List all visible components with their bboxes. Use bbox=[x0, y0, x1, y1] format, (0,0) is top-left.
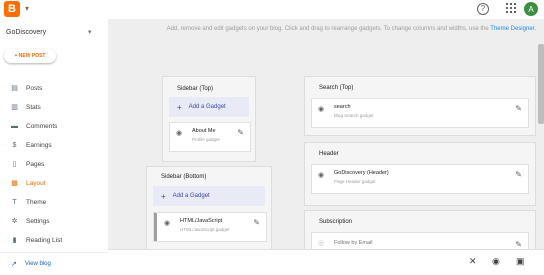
sidebar-item-posts[interactable]: ▤ Posts bbox=[0, 79, 108, 98]
chevron-down-icon[interactable]: ▾ bbox=[88, 28, 92, 36]
gadget-name: Follow by Email bbox=[334, 240, 373, 246]
gadget-about-me[interactable]: ◉ About Me Profile gadget ✎ bbox=[169, 122, 251, 152]
eye-icon[interactable]: ◉ bbox=[318, 105, 324, 113]
sidebar-item-earnings[interactable]: $ Earnings bbox=[0, 136, 108, 155]
sidebar-item-label: Reading List bbox=[26, 237, 63, 244]
blogger-logo[interactable]: B bbox=[4, 1, 20, 17]
settings-icon: ✲ bbox=[11, 218, 18, 225]
section-search-top: Search (Top) ◉ search Blog Search gadget… bbox=[304, 76, 536, 136]
save-icon[interactable]: ▣ bbox=[516, 256, 525, 267]
help-icon[interactable]: ? bbox=[477, 3, 489, 15]
gadget-html-javascript[interactable]: ◉ HTML/JavaScript HTML/JavaScript gadget… bbox=[153, 212, 267, 242]
sidebar-nav: ▤ Posts ▥ Stats ▬ Comments $ Earnings ▯ … bbox=[0, 79, 108, 250]
sidebar-item-label: Earnings bbox=[26, 142, 52, 149]
sidebar-item-label: Theme bbox=[26, 199, 47, 206]
apps-grid-icon[interactable] bbox=[506, 3, 516, 13]
edit-pencil-icon[interactable]: ✎ bbox=[515, 240, 522, 249]
top-bar: B ▾ ? A bbox=[0, 0, 544, 19]
sidebar-item-reading-list[interactable]: ▮ Reading List bbox=[0, 231, 108, 250]
section-sidebar-bottom: Sidebar (Bottom) + Add a Gadget ◉ HTML/J… bbox=[146, 166, 272, 251]
eye-icon[interactable]: ◉ bbox=[176, 129, 182, 137]
view-blog-link[interactable]: ↗ View blog bbox=[0, 252, 108, 275]
close-icon[interactable]: ✕ bbox=[469, 256, 477, 267]
chevron-down-icon[interactable]: ▾ bbox=[25, 4, 29, 13]
sidebar-item-settings[interactable]: ✲ Settings bbox=[0, 212, 108, 231]
sidebar-item-pages[interactable]: ▯ Pages bbox=[0, 155, 108, 174]
section-title: Header bbox=[319, 151, 339, 157]
add-gadget-button[interactable]: + Add a Gadget bbox=[153, 186, 265, 206]
section-title: Subscription bbox=[319, 219, 353, 225]
open-external-icon: ↗ bbox=[11, 261, 17, 268]
sidebar-item-label: Posts bbox=[26, 85, 43, 92]
gadget-name: HTML/JavaScript bbox=[180, 218, 223, 224]
section-subscription: Subscription ◎ Follow by Email ✎ bbox=[304, 210, 536, 251]
sidebar-item-layout[interactable]: ▦ Layout bbox=[0, 174, 108, 193]
sidebar-item-comments[interactable]: ▬ Comments bbox=[0, 117, 108, 136]
preview-eye-icon[interactable]: ◉ bbox=[492, 256, 500, 267]
gadget-name: About Me bbox=[192, 128, 216, 134]
add-gadget-button[interactable]: + Add a Gadget bbox=[169, 97, 249, 117]
theme-designer-link[interactable]: Theme Designer. bbox=[490, 26, 536, 32]
layout-hint: Add, remove and edit gadgets on your blo… bbox=[166, 26, 536, 32]
view-blog-label: View blog bbox=[24, 261, 51, 267]
edit-pencil-icon[interactable]: ✎ bbox=[515, 104, 522, 113]
stats-icon: ▥ bbox=[11, 104, 18, 111]
avatar[interactable]: A bbox=[524, 2, 538, 16]
plus-icon: + bbox=[177, 102, 182, 112]
section-header: Header ◉ GoDiscovery (Header) Page Heade… bbox=[304, 142, 536, 206]
posts-icon: ▤ bbox=[11, 85, 18, 92]
sidebar-item-stats[interactable]: ▥ Stats bbox=[0, 98, 108, 117]
gadget-search[interactable]: ◉ search Blog Search gadget ✎ bbox=[311, 98, 529, 128]
section-title: Sidebar (Bottom) bbox=[161, 174, 207, 180]
edit-pencil-icon[interactable]: ✎ bbox=[253, 218, 260, 227]
gadget-name: GoDiscovery (Header) bbox=[334, 170, 389, 176]
eye-icon[interactable]: ◉ bbox=[318, 171, 324, 179]
section-title: Sidebar (Top) bbox=[177, 86, 214, 92]
sidebar-item-label: Stats bbox=[26, 104, 41, 111]
layout-icon: ▦ bbox=[11, 180, 18, 187]
drag-handle[interactable] bbox=[154, 213, 157, 241]
sidebar-item-theme[interactable]: T Theme bbox=[0, 193, 108, 212]
comments-icon: ▬ bbox=[11, 123, 18, 130]
eye-icon[interactable]: ◉ bbox=[164, 219, 170, 227]
layout-canvas: Add, remove and edit gadgets on your blo… bbox=[108, 19, 544, 251]
sidebar-item-label: Settings bbox=[26, 218, 50, 225]
section-title: Search (Top) bbox=[319, 85, 354, 91]
edit-pencil-icon[interactable]: ✎ bbox=[237, 128, 244, 137]
scrollbar[interactable] bbox=[538, 44, 544, 124]
gadget-page-header[interactable]: ◉ GoDiscovery (Header) Page Header gadge… bbox=[311, 164, 529, 194]
sidebar-item-label: Layout bbox=[26, 180, 46, 187]
sidebar: GoDiscovery ▾ + NEW POST ▤ Posts ▥ Stats… bbox=[0, 19, 109, 274]
plus-icon: + bbox=[161, 191, 166, 201]
theme-icon: T bbox=[12, 199, 17, 206]
gadget-type: Blog Search gadget bbox=[334, 113, 374, 118]
reading-list-icon: ▮ bbox=[12, 237, 17, 244]
edit-pencil-icon[interactable]: ✎ bbox=[515, 170, 522, 179]
gadget-type: Page Header gadget bbox=[334, 179, 376, 184]
eye-off-icon[interactable]: ◎ bbox=[318, 239, 324, 247]
bottom-action-bar: ✕ ◉ ▣ bbox=[108, 249, 544, 275]
sidebar-item-label: Comments bbox=[26, 123, 58, 130]
gadget-type: HTML/JavaScript gadget bbox=[180, 227, 230, 232]
pages-icon: ▯ bbox=[12, 161, 17, 168]
gadget-name: search bbox=[334, 104, 351, 110]
blog-selector[interactable]: GoDiscovery bbox=[6, 29, 46, 36]
section-sidebar-top: Sidebar (Top) + Add a Gadget ◉ About Me … bbox=[162, 76, 256, 162]
sidebar-item-label: Pages bbox=[26, 161, 45, 168]
new-post-button[interactable]: + NEW POST bbox=[4, 49, 56, 63]
earnings-icon: $ bbox=[12, 142, 17, 149]
gadget-type: Profile gadget bbox=[192, 137, 220, 142]
